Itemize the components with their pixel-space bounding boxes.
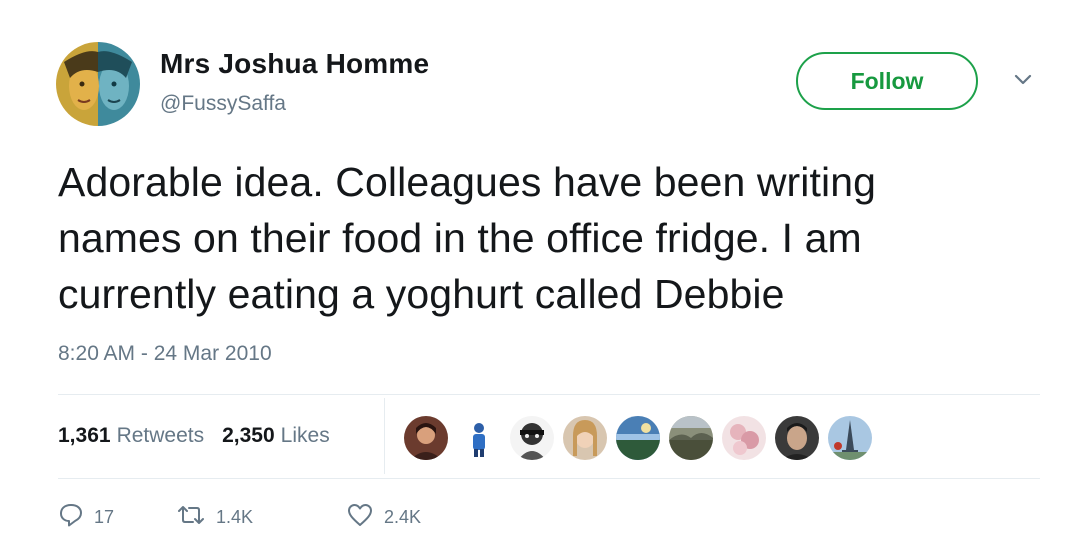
likes-count: 2,350 bbox=[222, 424, 275, 447]
like-button[interactable]: 2.4K bbox=[346, 502, 421, 533]
liker-avatar[interactable] bbox=[510, 416, 554, 460]
retweet-count: 1.4K bbox=[216, 507, 254, 527]
profile-avatar[interactable] bbox=[56, 42, 140, 126]
divider bbox=[58, 478, 1040, 479]
liker-avatar[interactable] bbox=[457, 416, 501, 460]
likes-stat[interactable]: 2,350 Likes bbox=[222, 424, 330, 448]
retweet-button[interactable]: 1.4K bbox=[176, 502, 346, 533]
likers-avatars bbox=[404, 416, 872, 460]
action-bar: 17 1.4K 2.4K bbox=[58, 502, 421, 533]
liker-avatar[interactable] bbox=[563, 416, 607, 460]
reply-button[interactable]: 17 bbox=[58, 502, 176, 533]
stats-separator bbox=[384, 398, 385, 474]
tweet-timestamp[interactable]: 8:20 AM - 24 Mar 2010 bbox=[58, 342, 272, 366]
tweet-text: Adorable idea. Colleagues have been writ… bbox=[58, 159, 877, 317]
tweet-card: Mrs Joshua Homme @FussySaffa Follow Ador… bbox=[0, 0, 1080, 542]
liker-avatar[interactable] bbox=[616, 416, 660, 460]
liker-avatar[interactable] bbox=[669, 416, 713, 460]
liker-avatar[interactable] bbox=[404, 416, 448, 460]
follow-button[interactable]: Follow bbox=[796, 52, 978, 110]
liker-avatar[interactable] bbox=[722, 416, 766, 460]
likes-label: Likes bbox=[280, 424, 330, 447]
caret-down-icon[interactable] bbox=[1010, 70, 1036, 90]
retweets-stat[interactable]: 1,361 Retweets bbox=[58, 424, 204, 448]
retweets-label: Retweets bbox=[116, 424, 205, 447]
liker-avatar[interactable] bbox=[828, 416, 872, 460]
avatar-image bbox=[56, 42, 140, 126]
heart-icon bbox=[346, 502, 374, 533]
user-handle[interactable]: @FussySaffa bbox=[160, 92, 286, 116]
engagement-stats: 1,361 Retweets 2,350 Likes bbox=[58, 424, 330, 448]
reply-icon bbox=[58, 502, 84, 533]
like-count: 2.4K bbox=[384, 507, 422, 527]
liker-avatar[interactable] bbox=[775, 416, 819, 460]
divider bbox=[58, 394, 1040, 395]
reply-count: 17 bbox=[94, 507, 115, 527]
retweets-count: 1,361 bbox=[58, 424, 111, 447]
retweet-icon bbox=[176, 502, 206, 533]
display-name[interactable]: Mrs Joshua Homme bbox=[160, 48, 429, 80]
